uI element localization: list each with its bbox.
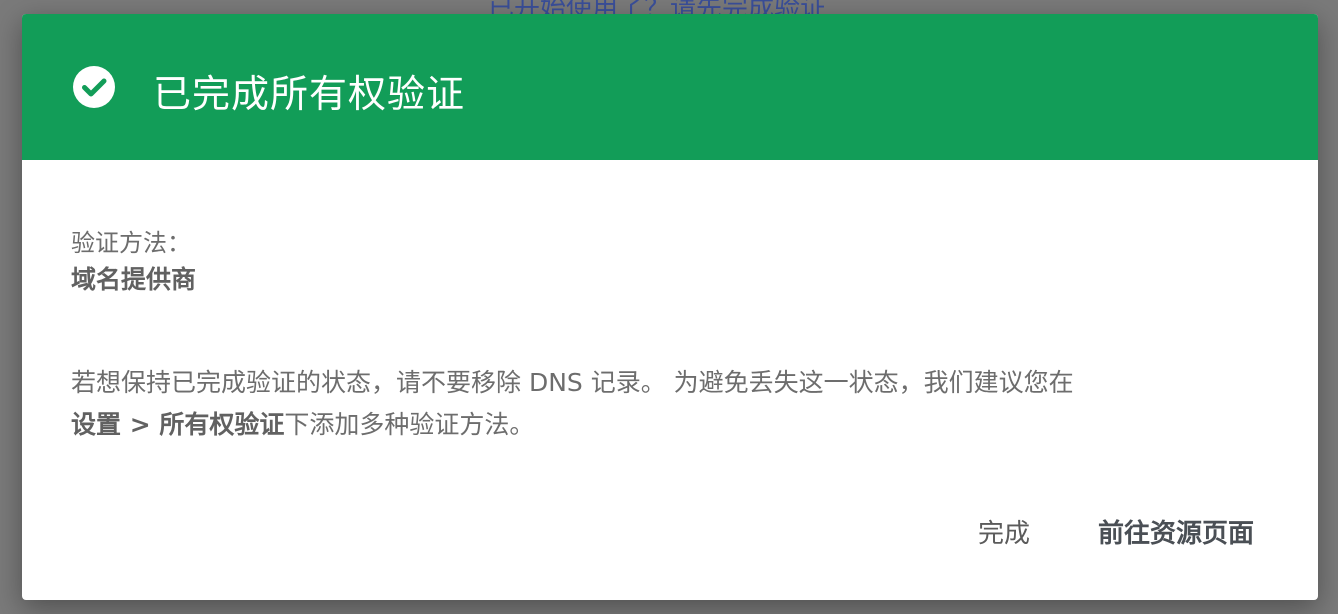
- settings-path: 设置 > 所有权验证: [71, 410, 285, 439]
- dialog-actions: 完成 前往资源页面: [978, 513, 1254, 550]
- info-line-1: 若想保持已完成验证的状态，请不要移除 DNS 记录。 为避免丢失这一状态，我们建…: [71, 368, 1074, 397]
- done-button[interactable]: 完成: [978, 513, 1030, 550]
- method-label: 验证方法：: [71, 229, 191, 257]
- info-line-2: 设置 > 所有权验证下添加多种验证方法。: [71, 404, 1271, 446]
- dialog-body: 验证方法： 域名提供商 若想保持已完成验证的状态，请不要移除 DNS 记录。 为…: [22, 160, 1318, 446]
- verification-dialog: 已完成所有权验证 验证方法： 域名提供商 若想保持已完成验证的状态，请不要移除 …: [22, 14, 1318, 600]
- check-circle-icon: [73, 66, 115, 108]
- dialog-header: 已完成所有权验证: [22, 14, 1318, 160]
- info-text: 若想保持已完成验证的状态，请不要移除 DNS 记录。 为避免丢失这一状态，我们建…: [71, 362, 1271, 446]
- info-suffix: 下添加多种验证方法。: [284, 410, 535, 439]
- go-to-property-button[interactable]: 前往资源页面: [1098, 513, 1254, 550]
- dialog-title: 已完成所有权验证: [153, 71, 466, 116]
- method-value: 域名提供商: [71, 265, 197, 294]
